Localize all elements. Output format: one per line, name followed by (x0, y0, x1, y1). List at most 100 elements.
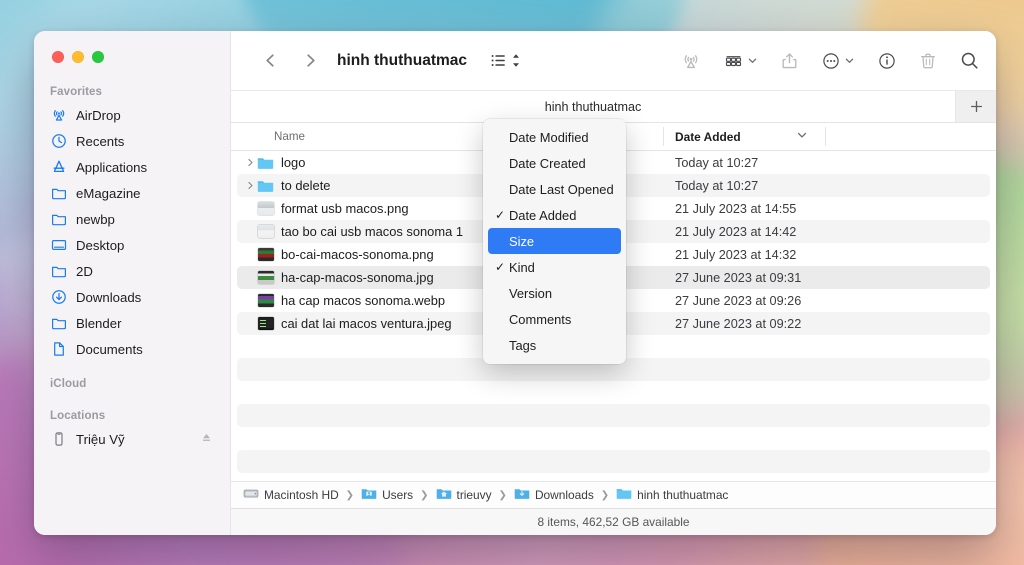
menu-item-date-modified[interactable]: Date Modified (488, 124, 621, 150)
file-date-added: Today at 10:27 (675, 155, 759, 170)
sidebar-item-label: Applications (76, 159, 148, 175)
zoom-button[interactable] (92, 51, 104, 63)
chevron-down-icon[interactable] (747, 46, 758, 76)
device-icon (50, 431, 67, 448)
sidebar-item-downloads[interactable]: Downloads (42, 284, 222, 310)
menu-item-tags[interactable]: Tags (488, 332, 621, 358)
view-as-list-button[interactable] (489, 46, 508, 76)
downloads-icon (50, 289, 67, 306)
menu-item-comments[interactable]: Comments (488, 306, 621, 332)
back-button[interactable] (255, 46, 285, 76)
sidebar-item-newbp[interactable]: newbp (42, 206, 222, 232)
path-label: Macintosh HD (264, 488, 339, 502)
file-name: ha cap macos sonoma.webp (281, 293, 446, 308)
menu-item-size[interactable]: Size (488, 228, 621, 254)
path-label: hinh thuthuatmac (637, 488, 729, 502)
get-info-button[interactable] (877, 46, 897, 76)
users-folder-icon (361, 487, 377, 503)
sidebar-item-recents[interactable]: Recents (42, 128, 222, 154)
empty-row (231, 473, 996, 481)
minimize-button[interactable] (72, 51, 84, 63)
path-item-macintosh-hd[interactable]: Macintosh HD (243, 487, 339, 503)
menu-item-kind[interactable]: ✓ Kind (488, 254, 621, 280)
sidebar-item-desktop[interactable]: Desktop (42, 232, 222, 258)
path-item-hinh-thuthuatmac[interactable]: hinh thuthuatmac (616, 487, 728, 503)
path-separator-icon: ❯ (498, 489, 507, 501)
checkmark-icon: ✓ (495, 208, 506, 222)
path-label: trieuvy (456, 488, 492, 502)
image-file-icon (257, 270, 274, 285)
folder-icon (257, 155, 274, 170)
sidebar-item-airdrop[interactable]: AirDrop (42, 102, 222, 128)
airdrop-toolbar-icon[interactable] (681, 46, 701, 76)
path-label: Users (382, 488, 414, 502)
file-date-added: 27 June 2023 at 09:26 (675, 293, 802, 308)
file-name: logo (281, 155, 306, 170)
folder-icon (50, 263, 67, 280)
menu-item-label: Date Last Opened (509, 181, 614, 197)
trash-button[interactable] (919, 46, 937, 76)
sort-by-dropdown-menu[interactable]: Date Modified Date Created Date Last Ope… (483, 119, 626, 364)
menu-item-date-added[interactable]: ✓ Date Added (488, 202, 621, 228)
sidebar-item-label: AirDrop (76, 107, 121, 123)
sidebar-item-label: Recents (76, 133, 125, 149)
menu-item-date-last-opened[interactable]: Date Last Opened (488, 176, 621, 202)
document-icon (50, 341, 67, 358)
image-file-icon (257, 224, 274, 239)
menu-item-version[interactable]: Version (488, 280, 621, 306)
window-title: hinh thuthuatmac (337, 51, 468, 69)
harddisk-icon (243, 487, 259, 503)
tab-hinh-thuthuatmac[interactable]: hinh thuthuatmac (231, 91, 956, 122)
column-header-date-added[interactable]: Date Added (667, 127, 826, 147)
chevron-down-icon[interactable] (796, 129, 808, 144)
sidebar-item-trieu-vy[interactable]: Triệu Vỹ (42, 426, 222, 452)
column-divider[interactable] (663, 127, 664, 146)
menu-item-label: Tags (509, 337, 537, 353)
view-options-stepper[interactable] (510, 46, 522, 76)
disclosure-triangle-icon[interactable] (243, 158, 257, 167)
folder-icon (50, 211, 67, 228)
new-tab-button[interactable] (956, 91, 996, 122)
file-name: tao bo cai usb macos sonoma 1 (281, 224, 464, 239)
empty-row (231, 450, 996, 473)
path-item-users[interactable]: Users (361, 487, 413, 503)
eject-icon[interactable] (200, 431, 213, 447)
file-name: format usb macos.png (281, 201, 409, 216)
group-items-button[interactable] (723, 46, 744, 76)
image-file-icon (257, 316, 274, 331)
home-folder-icon (436, 487, 452, 503)
file-name: ha-cap-macos-sonoma.jpg (281, 270, 434, 285)
path-item-trieuvy[interactable]: trieuvy (436, 487, 492, 503)
image-file-icon (257, 201, 274, 216)
sidebar-item-label: Desktop (76, 237, 125, 253)
menu-item-label: Date Modified (509, 129, 589, 145)
empty-row (231, 381, 996, 404)
sidebar-item-emagazine[interactable]: eMagazine (42, 180, 222, 206)
folder-icon (50, 185, 67, 202)
chevron-down-icon[interactable] (844, 46, 855, 76)
window-controls (34, 40, 230, 63)
sidebar-item-documents[interactable]: Documents (42, 336, 222, 362)
image-file-icon (257, 293, 274, 308)
more-actions-button[interactable] (821, 46, 841, 76)
airdrop-icon (50, 107, 67, 124)
close-button[interactable] (52, 51, 64, 63)
sidebar-item-2d[interactable]: 2D (42, 258, 222, 284)
disclosure-triangle-icon[interactable] (243, 181, 257, 190)
sidebar-item-applications[interactable]: Applications (42, 154, 222, 180)
search-icon[interactable] (959, 46, 980, 76)
share-button[interactable] (780, 46, 799, 76)
menu-item-date-created[interactable]: Date Created (488, 150, 621, 176)
folder-icon (257, 178, 274, 193)
path-item-downloads[interactable]: Downloads (514, 487, 594, 503)
forward-button[interactable] (295, 46, 325, 76)
file-date-added: 21 July 2023 at 14:42 (675, 224, 797, 239)
file-date-added: 21 July 2023 at 14:55 (675, 201, 797, 216)
column-divider[interactable] (825, 127, 826, 146)
path-separator-icon: ❯ (345, 489, 355, 501)
menu-item-label: Date Added (509, 207, 577, 223)
status-bar: 8 items, 462,52 GB available (231, 508, 996, 535)
folder-icon (616, 487, 632, 503)
status-text: 8 items, 462,52 GB available (537, 515, 690, 529)
sidebar-item-blender[interactable]: Blender (42, 310, 222, 336)
